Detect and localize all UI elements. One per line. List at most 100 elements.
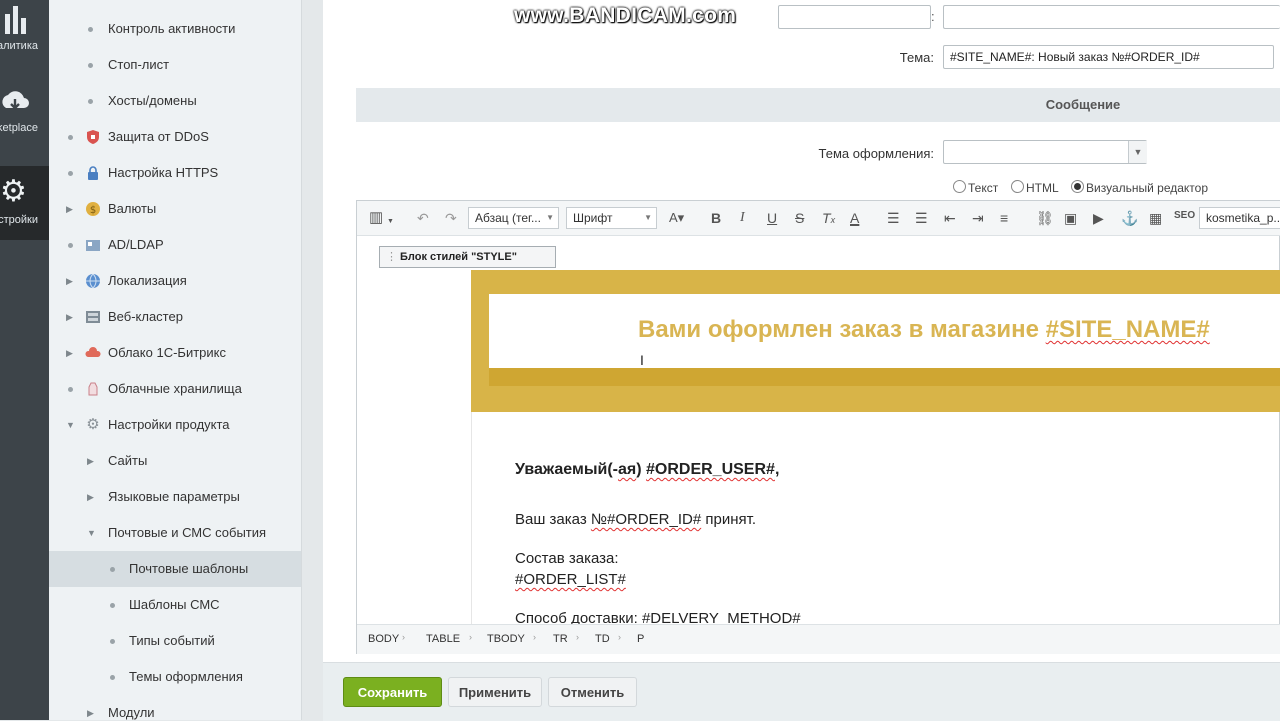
path-td[interactable]: TD	[595, 633, 610, 645]
format-visual-radio[interactable]: Визуальный редактор	[1071, 180, 1208, 195]
path-body[interactable]: BODY	[368, 633, 399, 645]
undo-icon[interactable]: ↶	[417, 210, 429, 226]
style-block-button[interactable]: ⋮ Блок стилей "STYLE"	[379, 246, 556, 268]
menu-item-mail-sms-events[interactable]: ▼ Почтовые и СМС события	[49, 515, 301, 551]
template-select[interactable]: kosmetika_p...	[1199, 207, 1280, 229]
menu-item-themes[interactable]: Темы оформления	[49, 659, 301, 695]
chevron-down-icon[interactable]: ▼	[1128, 141, 1147, 163]
anchor-icon[interactable]: ⚓	[1121, 210, 1138, 226]
subject-input[interactable]: #SITE_NAME#: Новый заказ №#ORDER_ID#	[943, 45, 1274, 69]
chevron-right-icon[interactable]: ▶	[87, 443, 94, 479]
menu-item-label: Темы оформления	[129, 669, 243, 684]
menu-item-cloud-storage[interactable]: Облачные хранилища	[49, 371, 301, 407]
path-p[interactable]: P	[637, 633, 644, 645]
element-path-bar: BODY › TABLE › TBODY › TR › TD › P	[357, 624, 1280, 654]
chevron-down-icon[interactable]: ▼	[387, 214, 394, 230]
underline-icon[interactable]: U	[767, 210, 777, 226]
email-heading[interactable]: Вами оформлен заказ в магазине #SITE_NAM…	[638, 316, 1210, 344]
format-text-radio[interactable]: Текст	[953, 180, 998, 195]
cluster-icon	[85, 309, 101, 325]
clear-format-icon[interactable]: Tx	[822, 210, 835, 228]
menu-item-sites[interactable]: ▶ Сайты	[49, 443, 301, 479]
strikethrough-icon[interactable]: S	[795, 210, 804, 226]
order-composition-label[interactable]: Состав заказа:	[515, 550, 619, 567]
admin-rail: алитика ketplace ⚙ стройки	[0, 0, 49, 720]
menu-item-https[interactable]: Настройка HTTPS	[49, 155, 301, 191]
redo-icon[interactable]: ↷	[445, 210, 457, 226]
menu-item-ddos[interactable]: Защита от DDoS	[49, 119, 301, 155]
theme-select[interactable]	[943, 140, 1147, 164]
bullet-icon	[110, 675, 115, 680]
greeting-line[interactable]: Уважаемый(-ая) #ORDER_USER#,	[515, 461, 779, 479]
indent-icon[interactable]: ⇥	[972, 210, 984, 226]
apply-button[interactable]: Применить	[448, 677, 542, 707]
menu-item-web-cluster[interactable]: ▶ Веб-кластер	[49, 299, 301, 335]
chevron-down-icon[interactable]: ▼	[87, 515, 96, 551]
menu-item-label: Защита от DDoS	[108, 129, 209, 144]
path-table[interactable]: TABLE	[426, 633, 460, 645]
video-icon[interactable]: ▶	[1093, 210, 1104, 226]
format-html-label: HTML	[1026, 181, 1059, 195]
colon-separator: :	[931, 9, 935, 24]
delivery-method-line[interactable]: Способ доставки: #DELVERY_METHOD#	[515, 610, 801, 624]
menu-item-localization[interactable]: ▶ Локализация	[49, 263, 301, 299]
svg-text:$: $	[90, 205, 96, 216]
align-icon[interactable]: ≡	[1000, 210, 1008, 226]
sender-email-field[interactable]	[943, 5, 1280, 29]
bullet-list-icon[interactable]: ☰	[915, 210, 928, 226]
menu-item-label: Локализация	[108, 273, 187, 288]
seo-icon[interactable]: SEO	[1174, 208, 1195, 224]
table-icon[interactable]: ▦	[1149, 210, 1162, 226]
menu-item-mail-templates[interactable]: Почтовые шаблоны	[49, 551, 301, 587]
save-button[interactable]: Сохранить	[343, 677, 442, 707]
menu-item-label: Модули	[108, 705, 155, 720]
path-tr[interactable]: TR	[553, 633, 568, 645]
menu-item-language-params[interactable]: ▶ Языковые параметры	[49, 479, 301, 515]
chevron-right-icon[interactable]: ▶	[87, 479, 94, 515]
chevron-right-icon[interactable]: ▶	[66, 299, 73, 335]
outdent-icon[interactable]: ⇤	[944, 210, 956, 226]
menu-item-stop-list[interactable]: Стоп-лист	[49, 47, 301, 83]
rail-analytics[interactable]: алитика	[0, 0, 49, 60]
numbered-list-icon[interactable]: ☰	[887, 210, 900, 226]
rail-settings[interactable]: ⚙ стройки	[0, 166, 49, 240]
bold-icon[interactable]: B	[711, 210, 721, 226]
drag-handle-icon[interactable]: ⋮	[386, 247, 397, 267]
chevron-right-icon[interactable]: ▶	[66, 263, 73, 299]
menu-item-product-settings[interactable]: ▼ ⚙ Настройки продукта	[49, 407, 301, 443]
menu-item-event-types[interactable]: Типы событий	[49, 623, 301, 659]
format-html-radio[interactable]: HTML	[1011, 180, 1059, 195]
chevron-down-icon[interactable]: ▼	[66, 407, 75, 443]
link-icon[interactable]: ⛓	[1036, 210, 1054, 226]
italic-icon[interactable]: I	[740, 210, 745, 226]
menu-item-label: Шаблоны СМС	[129, 597, 220, 612]
radio-checked-icon	[1071, 180, 1084, 193]
paragraph-select[interactable]: Абзац (тег... ▼	[468, 207, 559, 229]
radio-icon	[953, 180, 966, 193]
order-id-var: №#ORDER_ID#	[590, 511, 702, 528]
menu-item-modules[interactable]: ▶ Модули	[49, 695, 301, 720]
https-lock-icon	[85, 165, 101, 181]
menu-item-label: Облачные хранилища	[108, 381, 242, 396]
view-mode-icon[interactable]: ▥	[369, 210, 383, 226]
menu-item-currencies[interactable]: ▶ $ Валюты	[49, 191, 301, 227]
menu-item-ldap[interactable]: AD/LDAP	[49, 227, 301, 263]
menu-item-bitrix-cloud[interactable]: ▶ Облако 1С-Битрикс	[49, 335, 301, 371]
chevron-right-icon[interactable]: ▶	[66, 191, 73, 227]
menu-item-sms-templates[interactable]: Шаблоны СМС	[49, 587, 301, 623]
order-list-var[interactable]: #ORDER_LIST#	[515, 571, 626, 588]
style-block-label: Блок стилей "STYLE"	[400, 251, 517, 263]
text-color-icon[interactable]: A	[850, 210, 859, 226]
image-icon[interactable]: ▣	[1064, 210, 1077, 226]
font-select[interactable]: Шрифт ▼	[566, 207, 657, 229]
chevron-right-icon[interactable]: ▶	[87, 695, 94, 720]
rail-marketplace[interactable]: ketplace	[0, 88, 49, 148]
font-size-icon[interactable]: A▾	[669, 210, 684, 226]
menu-item-activity-control[interactable]: Контроль активности	[49, 11, 301, 47]
chevron-right-icon[interactable]: ▶	[66, 335, 73, 371]
path-tbody[interactable]: TBODY	[487, 633, 525, 645]
sender-name-field[interactable]	[778, 5, 931, 29]
menu-item-hosts-domains[interactable]: Хосты/домены	[49, 83, 301, 119]
order-accepted-line[interactable]: Ваш заказ №#ORDER_ID# принят.	[515, 511, 756, 528]
cancel-button[interactable]: Отменить	[548, 677, 637, 707]
